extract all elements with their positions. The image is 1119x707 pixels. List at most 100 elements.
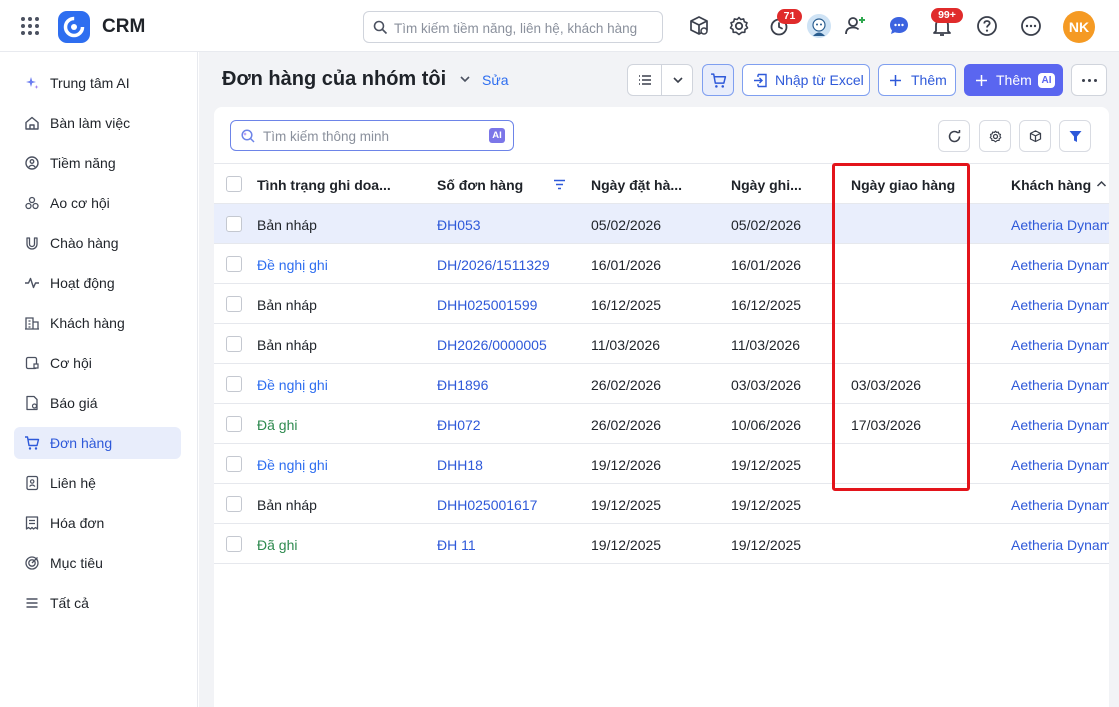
table-row[interactable]: Đề nghị ghi DH/2026/1511329 16/01/2026 16/0… [214,244,1109,284]
customer-link[interactable]: Aetheria Dynamics [1011,417,1109,433]
row-checkbox[interactable] [226,456,242,472]
select-all-checkbox[interactable] [226,176,242,192]
sidebar-item-quotes[interactable]: Báo giá [14,387,181,419]
row-checkbox[interactable] [226,536,242,552]
order-date-cell: 16/01/2026 [591,257,662,273]
row-checkbox[interactable] [226,416,242,432]
sidebar-item-opportunity-pool[interactable]: Ao cơ hội [14,187,181,219]
column-header-customer[interactable]: Khách hàng [1011,177,1091,193]
sidebar-item-offers[interactable]: Chào hàng [14,227,181,259]
customer-link[interactable]: Aetheria Dynamics [1011,497,1109,513]
row-checkbox[interactable] [226,336,242,352]
global-search[interactable] [363,11,663,43]
order-number-link[interactable]: ĐH1896 [437,377,488,393]
add-user-icon[interactable] [843,14,867,38]
table-row[interactable]: Bản nháp DHH025001599 16/12/2025 16/12/2025… [214,284,1109,324]
user-avatar[interactable]: NK [1063,11,1095,43]
order-date-cell: 26/02/2026 [591,417,662,433]
refresh-button[interactable] [938,120,970,152]
contact-icon [26,475,39,491]
order-number-link[interactable]: ĐH053 [437,217,481,233]
row-checkbox[interactable] [226,496,242,512]
customer-link[interactable]: Aetheria Dynamics [1011,457,1109,473]
column-filter-icon[interactable] [553,179,566,190]
customer-link[interactable]: Aetheria Dynamics [1011,297,1109,313]
customer-link[interactable]: Aetheria Dynamics [1011,377,1109,393]
row-checkbox[interactable] [226,216,242,232]
import-excel-button[interactable]: Nhập từ Excel [742,64,870,96]
sidebar-item-label: Liên hệ [50,475,96,491]
customer-link[interactable]: Aetheria Dynamics [1011,337,1109,353]
column-header-record-date[interactable]: Ngày ghi... [731,177,802,193]
order-number-link[interactable]: DH/2026/1511329 [437,257,550,273]
sidebar-item-invoices[interactable]: Hóa đơn [14,507,181,539]
more-actions-button[interactable] [1071,64,1107,96]
table-row[interactable]: Đề nghị ghi DHH18 19/12/2026 19/12/2025 Aeth… [214,444,1109,484]
table-row[interactable]: Bản nháp DHH025001617 19/12/2025 19/12/2025… [214,484,1109,524]
sidebar-item-orders[interactable]: Đơn hàng [14,427,181,459]
column-header-order-date[interactable]: Ngày đặt hà... [591,177,682,193]
add-ai-button[interactable]: Thêm AI [964,64,1063,96]
more-icon[interactable] [1019,14,1043,38]
sidebar-item-ai-center[interactable]: Trung tâm AI [14,67,181,99]
global-search-input[interactable] [394,18,656,38]
plus-icon [976,75,987,86]
column-settings-button[interactable] [979,120,1011,152]
crm-logo-icon[interactable] [58,11,90,43]
chat-icon[interactable] [887,14,911,38]
customer-link[interactable]: Aetheria Dynamics [1011,537,1109,553]
chevron-down-icon[interactable] [458,72,472,86]
smart-search-input[interactable] [263,127,483,145]
table-row[interactable]: Bản nháp DH2026/0000005 11/03/2026 11/03/20… [214,324,1109,364]
cart-view-button[interactable] [702,64,734,96]
sidebar-item-goals[interactable]: Mục tiêu [14,547,181,579]
order-number-link[interactable]: DH2026/0000005 [437,337,547,353]
column-header-status[interactable]: Tình trạng ghi doa... [257,177,397,193]
app-grid-icon[interactable] [20,16,40,36]
column-header-order-number[interactable]: Số đơn hàng [437,177,523,193]
order-number-link[interactable]: DHH18 [437,457,483,473]
help-icon[interactable] [975,14,999,38]
order-number-link[interactable]: DHH025001617 [437,497,537,513]
sidebar-item-leads[interactable]: Tiềm năng [14,147,181,179]
sidebar-item-workspace[interactable]: Bàn làm việc [14,107,181,139]
filter-icon [1069,131,1082,142]
table-row[interactable]: Đề nghị ghi ĐH1896 26/02/2026 03/03/2026 03/… [214,364,1109,404]
row-checkbox[interactable] [226,296,242,312]
assistant-avatar[interactable] [807,14,831,38]
view-switcher[interactable] [627,64,693,96]
edit-view-link[interactable]: Sửa [482,72,509,88]
sidebar-item-label: Mục tiêu [50,555,103,571]
sidebar-item-opportunities[interactable]: Cơ hội [14,347,181,379]
sidebar-item-customers[interactable]: Khách hàng [14,307,181,339]
settings-gear-icon[interactable] [727,14,751,38]
row-checkbox[interactable] [226,376,242,392]
add-button[interactable]: Thêm [878,64,956,96]
order-number-link[interactable]: ĐH 11 [437,537,476,553]
table-row[interactable]: Bản nháp ĐH053 05/02/2026 05/02/2026 Aetheri… [214,204,1109,244]
package-button[interactable] [1019,120,1051,152]
table-row[interactable]: Đã ghi ĐH 11 19/12/2025 19/12/2025 Aetheria … [214,524,1109,564]
smart-search[interactable]: AI [230,120,514,151]
filter-button[interactable] [1059,120,1091,152]
record-date-cell: 19/12/2025 [731,457,802,473]
order-number-link[interactable]: DHH025001599 [437,297,537,313]
sidebar-item-contacts[interactable]: Liên hệ [14,467,181,499]
add-ai-label: Thêm [996,72,1032,88]
order-number-link[interactable]: ĐH072 [437,417,481,433]
customer-link[interactable]: Aetheria Dynamics [1011,217,1109,233]
customer-link[interactable]: Aetheria Dynamics [1011,257,1109,273]
sidebar-item-activities[interactable]: Hoạt động [14,267,181,299]
sidebar-item-label: Chào hàng [50,235,119,251]
box-search-icon[interactable] [687,14,711,38]
order-date-cell: 26/02/2026 [591,377,662,393]
list-view-icon[interactable] [638,73,652,87]
sidebar-item-label: Đơn hàng [50,435,113,451]
home-icon [25,116,39,130]
chevron-down-icon[interactable] [671,73,685,87]
row-checkbox[interactable] [226,256,242,272]
sidebar-item-all[interactable]: Tất cả [14,587,181,619]
sort-ascending-icon[interactable] [1096,179,1107,189]
record-date-cell: 16/12/2025 [731,297,802,313]
table-row[interactable]: Đã ghi ĐH072 26/02/2026 10/06/2026 17/03/202… [214,404,1109,444]
